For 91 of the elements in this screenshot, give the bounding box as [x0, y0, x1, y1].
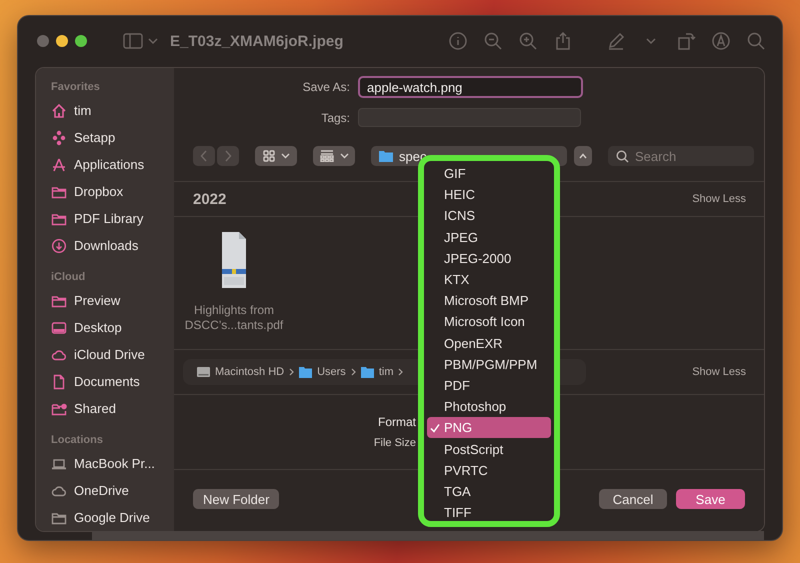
sidebar-item[interactable]: Setapp — [51, 124, 174, 151]
path-item[interactable]: Users — [317, 366, 346, 378]
menu-item[interactable]: GIF — [427, 163, 551, 184]
markup-icon[interactable] — [711, 31, 731, 51]
menu-item[interactable]: PVRTC — [427, 460, 551, 481]
menu-item[interactable]: JPEG-2000 — [427, 248, 551, 269]
format-label: Format — [376, 415, 416, 429]
show-less-link[interactable]: Show Less — [692, 366, 746, 378]
menu-item[interactable]: Photoshop — [427, 396, 551, 418]
chevron-up-icon — [579, 153, 587, 159]
sidebar-item[interactable]: Desktop — [51, 314, 174, 341]
checkmark-icon — [430, 422, 440, 433]
section-title: 2022 — [193, 190, 226, 208]
sidebar-item[interactable]: Preview — [51, 287, 174, 314]
menu-item[interactable]: PNG — [427, 417, 551, 438]
group-button[interactable] — [313, 146, 355, 166]
show-less-link[interactable]: Show Less — [692, 193, 746, 205]
path-item[interactable]: tim — [378, 366, 394, 378]
sidebar-item[interactable]: Google Drive — [51, 504, 174, 531]
close-button[interactable] — [37, 35, 49, 47]
menu-item[interactable]: ICNS — [427, 205, 551, 227]
menu-item[interactable]: PDF — [427, 374, 551, 396]
back-button[interactable] — [193, 146, 215, 166]
path-item[interactable]: Macintosh HD — [215, 366, 284, 378]
shared-folder-icon — [51, 400, 67, 416]
chevron-down-icon — [340, 153, 348, 159]
sidebar-heading: iCloud — [51, 270, 86, 285]
sidebar-item[interactable]: Documents — [51, 368, 174, 395]
zoom-in-icon[interactable] — [518, 31, 538, 51]
save-button[interactable]: Save — [676, 489, 745, 509]
menu-item[interactable]: KTX — [427, 268, 551, 290]
zoom-out-icon[interactable] — [483, 31, 503, 51]
sidebar-item[interactable]: iCloud Drive — [51, 341, 174, 368]
pdf-file-icon — [221, 231, 247, 289]
home-icon — [51, 102, 67, 118]
save-as-field[interactable]: apple-watch.png — [358, 76, 583, 98]
search-icon[interactable] — [746, 31, 766, 51]
chevron-right-icon — [350, 368, 356, 376]
chevron-right-icon — [398, 368, 404, 376]
view-button[interactable] — [255, 146, 297, 166]
menu-item[interactable]: HEIC — [427, 184, 551, 206]
chevron-down-icon[interactable] — [148, 37, 158, 45]
minimize-button[interactable] — [56, 35, 68, 47]
cancel-button[interactable]: Cancel — [599, 489, 667, 509]
grid-icon — [262, 150, 274, 162]
sidebar-item[interactable]: tim — [51, 97, 174, 124]
applications-icon — [51, 156, 67, 172]
sidebar-heading: Locations — [51, 433, 104, 448]
expand-button[interactable] — [574, 146, 592, 166]
chevron-left-icon — [200, 150, 208, 162]
search-icon — [616, 150, 629, 162]
sidebar-item[interactable]: PDF Library — [51, 205, 174, 232]
sidebar-item[interactable]: Dropbox — [51, 178, 174, 205]
document-icon — [51, 374, 67, 390]
menu-item[interactable]: PBM/PGM/PPM — [427, 354, 551, 375]
sidebar-item[interactable]: OneDrive — [51, 477, 174, 504]
menu-item[interactable]: OpenEXR — [427, 332, 551, 354]
chevron-right-icon — [224, 150, 232, 162]
sidebar-toggle-icon[interactable] — [123, 33, 143, 49]
rotate-icon[interactable] — [676, 31, 696, 51]
info-icon[interactable] — [448, 31, 468, 51]
file-size-label: File Size — [372, 437, 416, 449]
chevron-down-icon — [280, 153, 290, 159]
sidebar-item[interactable]: MacBook Pr... — [51, 450, 174, 477]
tags-label: Tags: — [320, 110, 350, 124]
sidebar-heading: Favorites — [51, 80, 101, 95]
desktop-icon — [51, 320, 67, 336]
sidebar-item[interactable]: Downloads — [51, 232, 174, 259]
pen-icon[interactable] — [606, 31, 626, 51]
group-icon — [320, 150, 334, 162]
menu-item[interactable]: TIFF — [427, 502, 551, 524]
forward-button[interactable] — [217, 146, 239, 166]
menu-item[interactable]: PostScript — [427, 438, 551, 460]
sidebar-item[interactable]: Shared — [51, 395, 174, 422]
menu-item[interactable]: Microsoft BMP — [427, 290, 551, 312]
save-as-label: Save As: — [302, 80, 350, 94]
dots-icon — [51, 130, 67, 146]
menu-item[interactable]: Microsoft Icon — [427, 311, 551, 332]
zoom-button[interactable] — [75, 35, 87, 47]
sidebar-item[interactable]: Applications — [51, 151, 174, 178]
menu-item[interactable]: JPEG — [427, 226, 551, 248]
tags-field[interactable] — [358, 108, 581, 127]
folder-icon — [360, 366, 374, 378]
chevron-right-icon — [289, 368, 294, 376]
folder-icon — [379, 150, 393, 162]
window-title: E_T03z_XMAM6joR.jpeg — [170, 32, 344, 50]
file-name: Highlights from DSCC’s...tants.pdf — [184, 303, 284, 333]
new-folder-button[interactable]: New Folder — [193, 489, 280, 509]
download-icon — [51, 238, 67, 254]
folder-icon — [299, 366, 312, 378]
menu-item[interactable]: TGA — [427, 480, 551, 502]
